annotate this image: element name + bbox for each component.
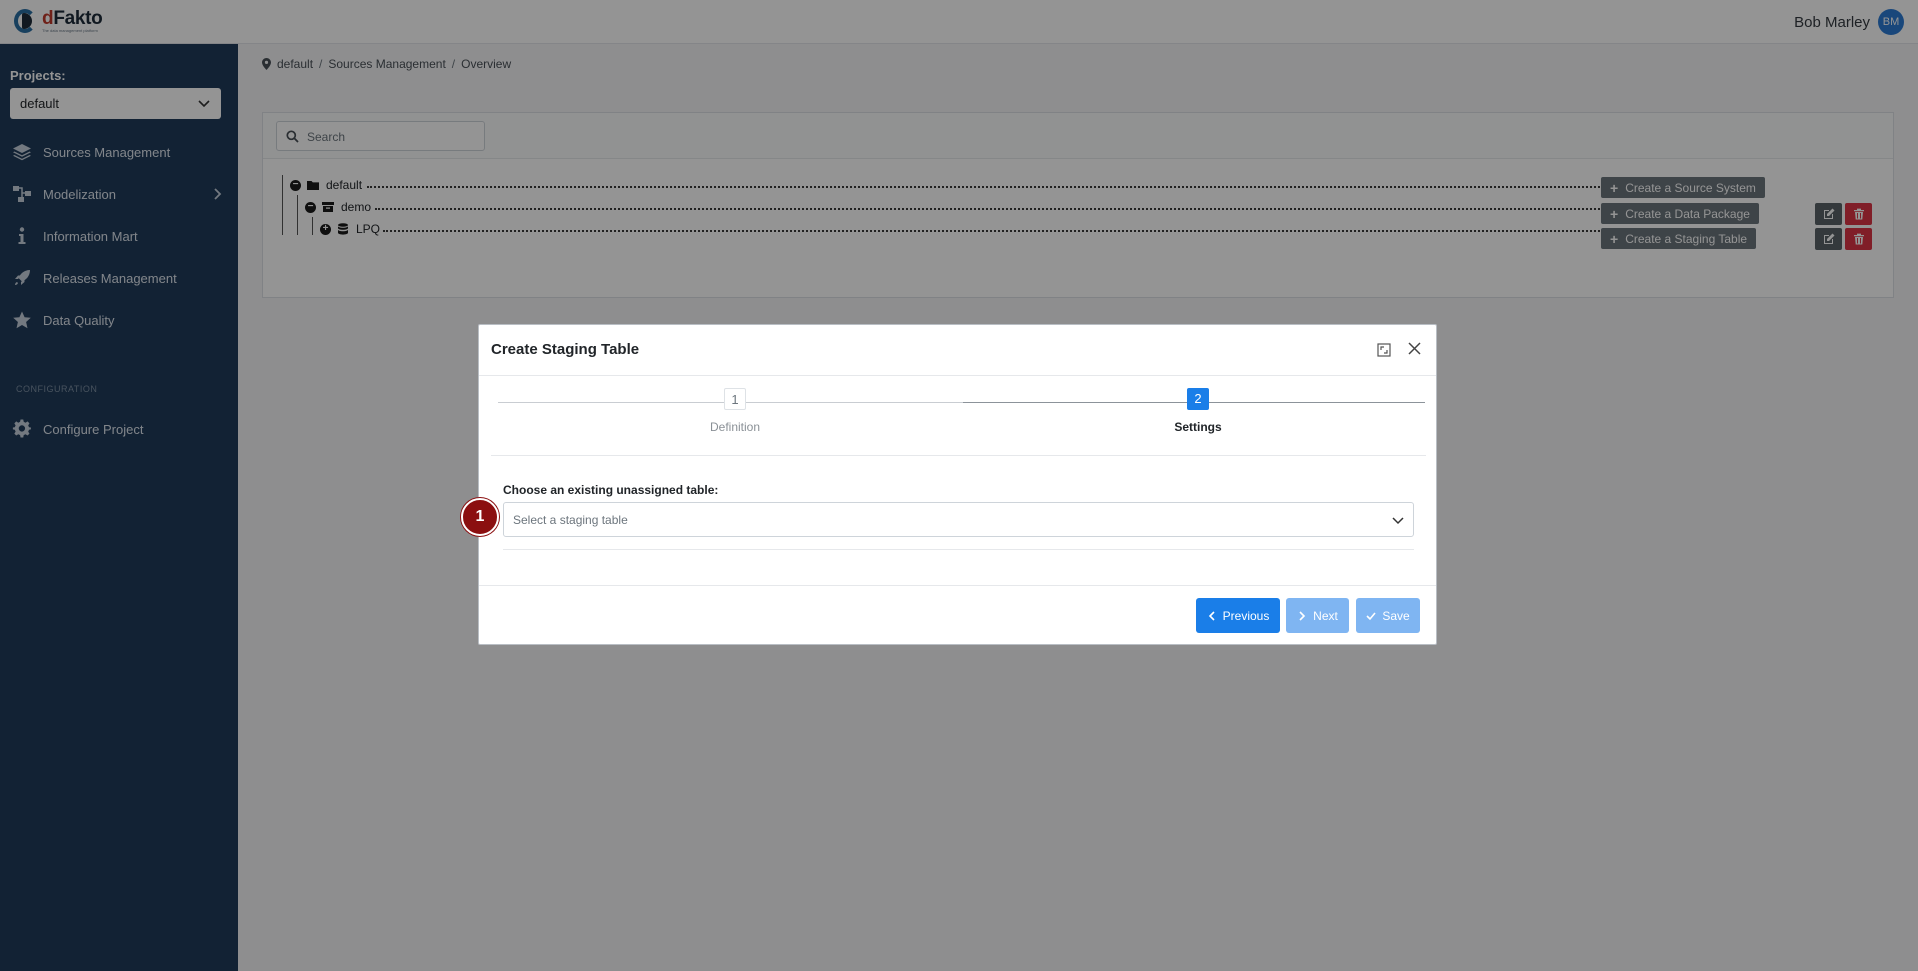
save-button[interactable]: Save — [1356, 598, 1420, 633]
button-label: Save — [1382, 608, 1410, 623]
chevron-left-icon — [1208, 610, 1215, 621]
step-2-indicator[interactable]: 2 — [1187, 388, 1209, 410]
create-staging-table-dialog: Create Staging Table 1 2 Definition Sett… — [478, 324, 1437, 645]
maximize-icon[interactable] — [1377, 343, 1391, 357]
next-button[interactable]: Next — [1286, 598, 1349, 633]
step-1-label: Definition — [709, 420, 761, 434]
chevron-right-icon — [1299, 610, 1306, 621]
close-icon[interactable] — [1407, 341, 1422, 356]
step-1-indicator[interactable]: 1 — [724, 388, 746, 410]
staging-table-field-label: Choose an existing unassigned table: — [503, 483, 719, 497]
dialog-title: Create Staging Table — [491, 341, 640, 358]
staging-table-select-placeholder: Select a staging table — [513, 513, 628, 527]
previous-button[interactable]: Previous — [1196, 598, 1280, 633]
step-2-label: Settings — [1174, 420, 1222, 434]
button-label: Next — [1313, 608, 1338, 623]
staging-table-select[interactable]: Select a staging table — [503, 502, 1414, 537]
chevron-down-icon — [1392, 517, 1404, 525]
dialog-footer-divider — [479, 585, 1436, 586]
dialog-header-divider — [479, 375, 1436, 376]
field-divider — [503, 549, 1414, 550]
check-icon — [1366, 611, 1376, 620]
step-marker-badge: 1 — [461, 498, 499, 536]
stepper-divider — [491, 455, 1426, 456]
button-label: Previous — [1222, 608, 1270, 623]
